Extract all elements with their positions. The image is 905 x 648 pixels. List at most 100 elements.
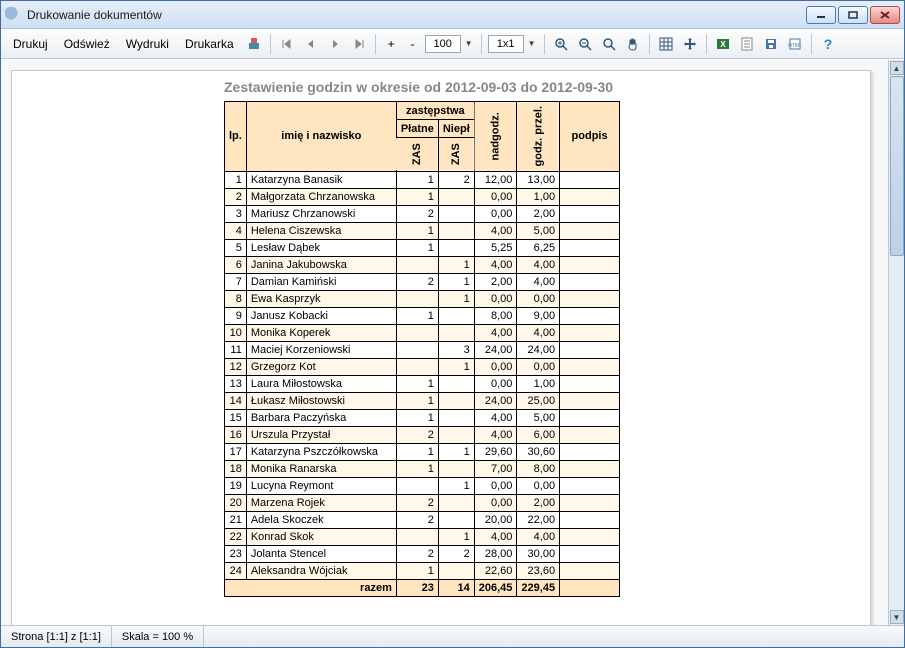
vertical-scrollbar[interactable]: ▲ ▼ <box>888 60 904 625</box>
export-html-icon[interactable]: HTML <box>785 34 805 54</box>
help-icon[interactable]: ? <box>818 34 838 54</box>
move-icon[interactable] <box>680 34 700 54</box>
col-name: imię i nazwisko <box>246 102 396 172</box>
cell-zas-paid: 1 <box>396 460 438 477</box>
cell-assigned: 1,00 <box>517 188 560 205</box>
cell-zas-unpaid <box>438 562 474 579</box>
status-scale: Skala = 100 % <box>112 626 204 647</box>
cell-zas-unpaid: 1 <box>438 477 474 494</box>
zoom-in-button[interactable]: + <box>382 35 401 53</box>
zoom-out-button[interactable]: - <box>405 35 421 53</box>
cell-zas-paid: 2 <box>396 494 438 511</box>
cell-assigned: 6,00 <box>517 426 560 443</box>
grid-value-input[interactable] <box>488 35 524 53</box>
scroll-track[interactable] <box>890 76 904 609</box>
cell-assigned: 30,60 <box>517 443 560 460</box>
total-sign <box>560 579 620 596</box>
zoom-fit-icon[interactable] <box>599 34 619 54</box>
cell-zas-unpaid <box>438 188 474 205</box>
cell-name: Łukasz Miłostowski <box>246 392 396 409</box>
col-zas-unpaid: ZAS <box>438 138 474 171</box>
export-excel-icon[interactable]: X <box>713 34 733 54</box>
cell-zas-unpaid: 1 <box>438 290 474 307</box>
cell-over: 7,00 <box>474 460 517 477</box>
cell-assigned: 24,00 <box>517 341 560 358</box>
last-page-button[interactable] <box>349 34 369 54</box>
cell-assigned: 4,00 <box>517 273 560 290</box>
minimize-button[interactable] <box>806 6 836 24</box>
table-row: 10Monika Koperek4,004,00 <box>225 324 620 341</box>
cell-name: Marzena Rojek <box>246 494 396 511</box>
scroll-down-button[interactable]: ▼ <box>890 610 904 624</box>
cell-lp: 12 <box>225 358 247 375</box>
cell-lp: 23 <box>225 545 247 562</box>
cell-zas-paid: 1 <box>396 188 438 205</box>
cell-assigned: 2,00 <box>517 205 560 222</box>
cell-lp: 2 <box>225 188 247 205</box>
zoom-out-icon[interactable] <box>575 34 595 54</box>
col-sign: podpis <box>560 102 620 172</box>
document-area[interactable]: Zestawienie godzin w okresie od 2012-09-… <box>1 60 888 625</box>
prev-page-button[interactable] <box>301 34 321 54</box>
window-title: Drukowanie dokumentów <box>27 8 806 22</box>
save-icon[interactable] <box>761 34 781 54</box>
cell-zas-unpaid <box>438 375 474 392</box>
maximize-button[interactable] <box>838 6 868 24</box>
hand-tool-icon[interactable] <box>623 34 643 54</box>
cell-assigned: 2,00 <box>517 494 560 511</box>
close-button[interactable] <box>870 6 900 24</box>
scroll-thumb[interactable] <box>890 76 904 256</box>
separator <box>706 34 707 54</box>
zoom-in-icon[interactable] <box>551 34 571 54</box>
cell-zas-paid: 1 <box>396 443 438 460</box>
cell-zas-paid: 2 <box>396 511 438 528</box>
cell-lp: 19 <box>225 477 247 494</box>
cell-zas-unpaid <box>438 324 474 341</box>
cell-over: 0,00 <box>474 205 517 222</box>
cell-over: 4,00 <box>474 426 517 443</box>
cell-assigned: 22,00 <box>517 511 560 528</box>
refresh-button[interactable]: Odśwież <box>58 35 116 53</box>
total-zas-unpaid: 14 <box>438 579 474 596</box>
cell-zas-unpaid <box>438 426 474 443</box>
cell-over: 0,00 <box>474 375 517 392</box>
printer-button[interactable]: Drukarka <box>179 35 240 53</box>
table-row: 24Aleksandra Wójciak122,6023,60 <box>225 562 620 579</box>
col-lp: lp. <box>225 102 247 172</box>
cell-assigned: 8,00 <box>517 460 560 477</box>
export-text-icon[interactable] <box>737 34 757 54</box>
cell-zas-unpaid <box>438 307 474 324</box>
zoom-value-input[interactable] <box>425 35 461 53</box>
cell-name: Helena Ciszewska <box>246 222 396 239</box>
first-page-button[interactable] <box>277 34 297 54</box>
total-label: razem <box>225 579 397 596</box>
cell-zas-paid <box>396 290 438 307</box>
separator <box>481 34 482 54</box>
col-sub: zastępstwa <box>396 102 474 120</box>
cell-lp: 18 <box>225 460 247 477</box>
cell-zas-unpaid <box>438 392 474 409</box>
scroll-up-button[interactable]: ▲ <box>890 61 904 75</box>
printouts-button[interactable]: Wydruki <box>120 35 175 53</box>
cell-over: 5,25 <box>474 239 517 256</box>
grid-icon[interactable] <box>656 34 676 54</box>
zoom-dropdown[interactable]: ▼ <box>465 39 475 48</box>
print-button[interactable]: Drukuj <box>7 35 54 53</box>
cell-name: Maciej Korzeniowski <box>246 341 396 358</box>
separator <box>649 34 650 54</box>
table-row: 19Lucyna Reymont10,000,00 <box>225 477 620 494</box>
grid-dropdown[interactable]: ▼ <box>528 39 538 48</box>
svg-text:X: X <box>720 40 726 49</box>
cell-over: 24,00 <box>474 392 517 409</box>
cell-over: 0,00 <box>474 494 517 511</box>
next-page-button[interactable] <box>325 34 345 54</box>
cell-zas-paid <box>396 341 438 358</box>
cell-zas-paid <box>396 528 438 545</box>
cell-sign <box>560 494 620 511</box>
toolbar: Drukuj Odśwież Wydruki Drukarka + - ▼ ▼ … <box>1 29 904 59</box>
cell-name: Katarzyna Pszczółkowska <box>246 443 396 460</box>
printer-setup-icon[interactable] <box>244 34 264 54</box>
table-row: 8Ewa Kasprzyk10,000,00 <box>225 290 620 307</box>
cell-over: 4,00 <box>474 528 517 545</box>
cell-name: Małgorzata Chrzanowska <box>246 188 396 205</box>
